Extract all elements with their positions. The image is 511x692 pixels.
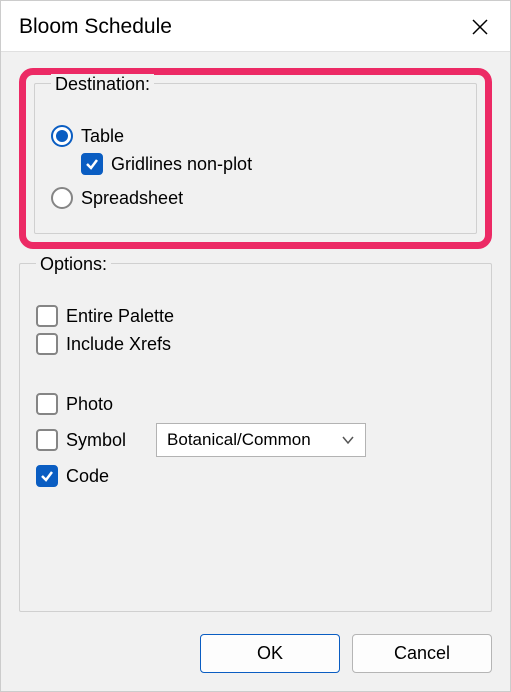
radio-table[interactable] [51,125,73,147]
checkbox-code-label: Code [66,466,109,487]
name-format-select[interactable]: Botanical/Common [156,423,366,457]
checkbox-entire-palette-row[interactable]: Entire Palette [36,305,475,327]
dialog-window: Bloom Schedule Destination: Table G [0,0,511,692]
checkbox-gridlines[interactable] [81,153,103,175]
title-bar: Bloom Schedule [1,1,510,51]
checkbox-photo-label: Photo [66,394,113,415]
checkbox-symbol[interactable] [36,429,58,451]
checkbox-include-xrefs-row[interactable]: Include Xrefs [36,333,475,355]
radio-spreadsheet-row[interactable]: Spreadsheet [51,187,460,209]
checkmark-icon [40,469,54,483]
select-value: Botanical/Common [167,430,311,450]
checkbox-include-xrefs[interactable] [36,333,58,355]
destination-legend: Destination: [51,74,154,95]
checkbox-entire-palette[interactable] [36,305,58,327]
checkbox-entire-palette-label: Entire Palette [66,306,174,327]
cancel-button[interactable]: Cancel [352,634,492,673]
options-group: Options: Entire Palette Include Xrefs [19,263,492,612]
checkbox-photo[interactable] [36,393,58,415]
highlight-callout: Destination: Table Gridlines non-plot Sp… [19,68,492,249]
checkbox-photo-row[interactable]: Photo [36,393,126,415]
ok-button[interactable]: OK [200,634,340,673]
options-legend: Options: [36,254,111,275]
button-row: OK Cancel [19,626,492,673]
radio-table-label: Table [81,126,124,147]
checkbox-symbol-row[interactable]: Symbol [36,429,126,451]
symbol-row-wrap: Photo Symbol Code [36,387,475,493]
dialog-body: Destination: Table Gridlines non-plot Sp… [1,51,510,691]
chevron-down-icon [341,433,355,447]
checkmark-icon [85,157,99,171]
checkbox-gridlines-row[interactable]: Gridlines non-plot [81,153,460,175]
radio-spreadsheet-label: Spreadsheet [81,188,183,209]
close-icon [471,18,489,36]
checkbox-gridlines-label: Gridlines non-plot [111,154,252,175]
close-button[interactable] [466,13,494,41]
checkbox-symbol-label: Symbol [66,430,126,451]
radio-spreadsheet[interactable] [51,187,73,209]
radio-table-row[interactable]: Table [51,125,460,147]
checkbox-code[interactable] [36,465,58,487]
checkbox-include-xrefs-label: Include Xrefs [66,334,171,355]
dialog-title: Bloom Schedule [19,15,172,39]
checkbox-code-row[interactable]: Code [36,465,126,487]
destination-group: Destination: Table Gridlines non-plot Sp… [34,83,477,234]
